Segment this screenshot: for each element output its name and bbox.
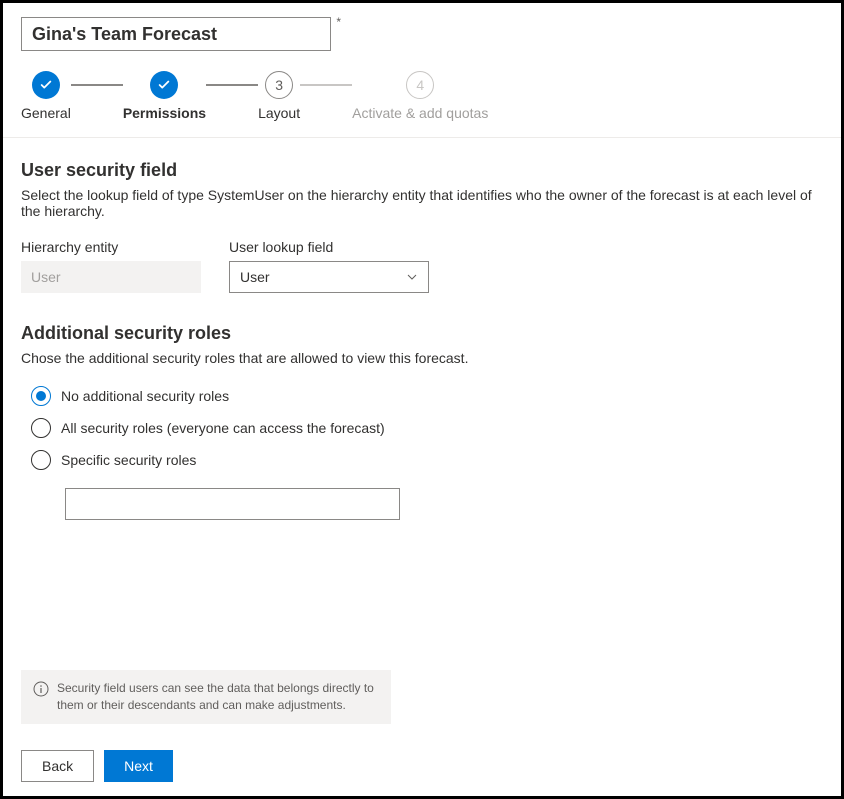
radio-label: All security roles (everyone can access … [61,420,385,436]
check-icon [32,71,60,99]
step-permissions[interactable]: Permissions [123,71,206,121]
forecast-title-input[interactable] [21,17,331,51]
step-connector [206,84,258,86]
specific-roles-input[interactable] [65,488,400,520]
security-roles-radio-group: No additional security roles All securit… [21,386,823,520]
hierarchy-entity-value: User [21,261,201,293]
additional-roles-desc: Chose the additional security roles that… [21,350,823,366]
step-layout[interactable]: 3 Layout [258,71,300,121]
back-button[interactable]: Back [21,750,94,782]
user-lookup-label: User lookup field [229,239,429,255]
radio-all-roles[interactable]: All security roles (everyone can access … [31,418,823,438]
wizard-stepper: General Permissions 3 Layout 4 Activate … [3,51,841,138]
radio-icon [31,418,51,438]
user-security-title: User security field [21,160,823,181]
step-label: Layout [258,105,300,121]
radio-no-additional[interactable]: No additional security roles [31,386,823,406]
user-lookup-dropdown[interactable]: User [229,261,429,293]
step-general[interactable]: General [21,71,71,121]
radio-icon [31,450,51,470]
radio-label: Specific security roles [61,452,196,468]
check-icon [150,71,178,99]
info-text: Security field users can see the data th… [57,680,379,714]
next-button[interactable]: Next [104,750,173,782]
header: * [3,3,841,51]
user-security-desc: Select the lookup field of type SystemUs… [21,187,823,219]
info-icon [33,681,49,697]
radio-label: No additional security roles [61,388,229,404]
hierarchy-entity-field: Hierarchy entity User [21,239,201,293]
step-label: General [21,105,71,121]
field-row: Hierarchy entity User User lookup field … [21,239,823,293]
step-number: 3 [265,71,293,99]
required-mark: * [336,15,341,29]
user-lookup-field: User lookup field User [229,239,429,293]
step-number: 4 [406,71,434,99]
dropdown-value: User [240,269,270,285]
content-area: User security field Select the lookup fi… [3,138,841,520]
title-input-wrapper: * [21,17,331,51]
hierarchy-entity-label: Hierarchy entity [21,239,201,255]
info-box: Security field users can see the data th… [21,670,391,724]
radio-specific-roles[interactable]: Specific security roles [31,450,823,470]
step-label: Activate & add quotas [352,105,488,121]
footer-buttons: Back Next [21,750,173,782]
step-connector [300,84,352,86]
step-activate: 4 Activate & add quotas [352,71,488,121]
radio-icon [31,386,51,406]
additional-roles-title: Additional security roles [21,323,823,344]
step-label: Permissions [123,105,206,121]
chevron-down-icon [406,271,418,283]
step-connector [71,84,123,86]
